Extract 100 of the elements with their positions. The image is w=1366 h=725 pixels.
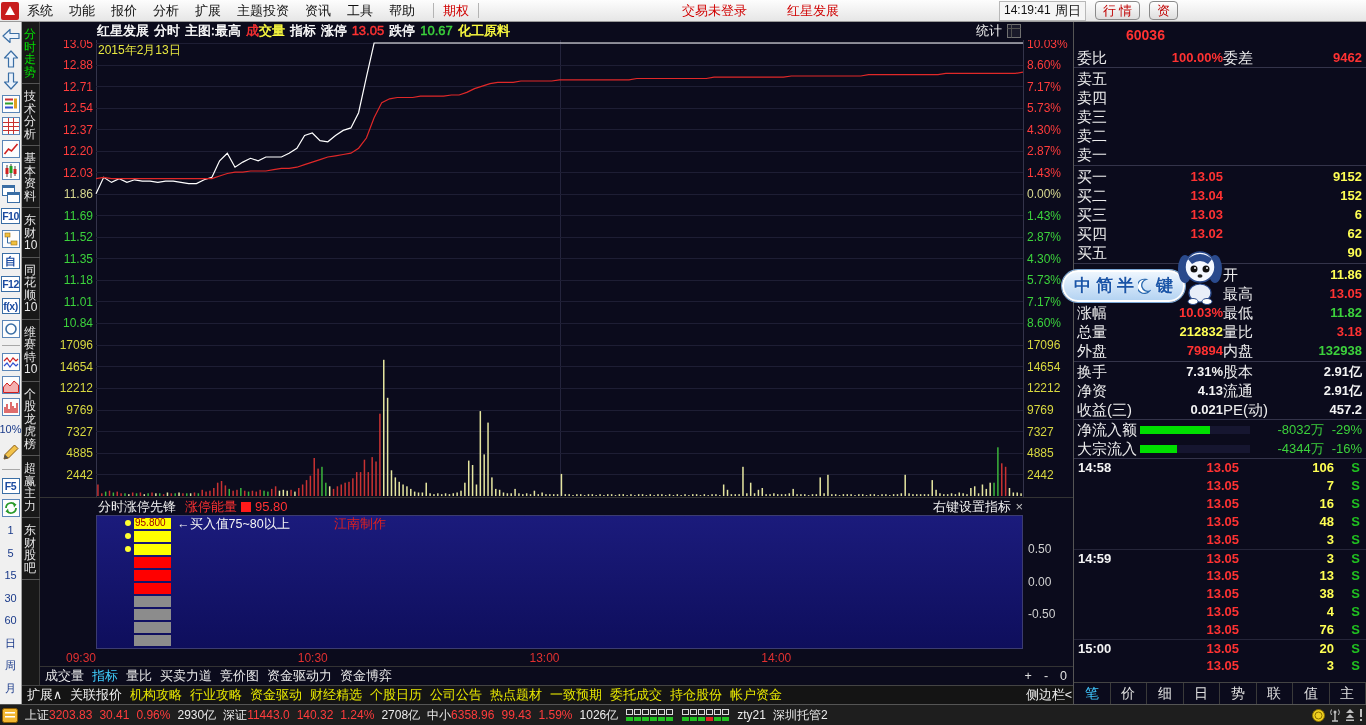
quote-label: 净资 — [1077, 381, 1107, 400]
percent-axis-label: 5.73% — [1027, 101, 1062, 116]
trade-volume: 3 — [1326, 550, 1334, 567]
trade-volume: 3 — [1326, 532, 1334, 548]
quote-value: 132938 — [1318, 342, 1362, 359]
quote-label: 总量 — [1077, 322, 1107, 341]
trade-volume: 76 — [1319, 622, 1334, 638]
volume-axis-label: 4885 — [1027, 446, 1054, 461]
quote-label: 委比 — [1077, 48, 1107, 67]
indicator-settings-hint: 右键设置指标 — [933, 499, 1012, 514]
author-credit: 江南制作 — [333, 518, 386, 531]
trade-side: S — [1351, 604, 1360, 620]
flow-label: 大宗流入 — [1077, 439, 1137, 458]
percent-axis-label: 4.30% — [1027, 251, 1062, 266]
index-change: 140.32 — [296, 707, 334, 723]
trade-volume: 16 — [1319, 496, 1334, 512]
bid-volume: 62 — [1347, 225, 1362, 242]
bid-price: 13.03 — [1190, 206, 1223, 223]
trade-price: 13.05 — [1206, 640, 1239, 657]
bid-volume: 90 — [1347, 244, 1362, 261]
indicator-axis-label: 0.00 — [1028, 574, 1052, 590]
percent-axis-label: 1.43% — [1027, 165, 1062, 180]
indicator-axis-label: 0.50 — [1028, 542, 1052, 557]
index-percent: 1.24% — [340, 707, 375, 723]
quote-value: 11.86 — [1330, 266, 1362, 283]
index-name: 中小 — [427, 707, 452, 723]
index-turnover: 2708亿 — [381, 707, 421, 723]
price-axis-label: 13.05 — [62, 40, 93, 51]
index-percent: 0.96% — [136, 707, 171, 723]
trade-price: 13.05 — [1206, 514, 1239, 530]
index-turnover: 1026亿 — [579, 707, 619, 723]
trade-volume: 13 — [1319, 568, 1334, 584]
bid-price: 13.04 — [1190, 187, 1223, 204]
percent-axis-label: 2.87% — [1027, 144, 1062, 159]
trade-side: S — [1351, 496, 1360, 512]
trade-side: S — [1351, 550, 1360, 567]
header-label: 跌停 — [389, 24, 416, 38]
login-status: 交易未登录 — [682, 2, 747, 19]
quote-value: 457.2 — [1329, 401, 1362, 418]
trade-price: 13.05 — [1206, 568, 1239, 584]
volume-axis-label: 14654 — [59, 359, 93, 374]
trade-volume: 4 — [1326, 604, 1334, 620]
indicator-title: 分时涨停先锋 — [98, 499, 176, 514]
order-level-label: 买四 — [1077, 224, 1107, 243]
quote-label: 最高 — [1223, 284, 1253, 303]
trade-time: 14:58 — [1078, 460, 1112, 476]
trade-price: 13.05 — [1206, 604, 1239, 620]
volume-axis-label: 2442 — [1027, 467, 1054, 482]
trade-volume: 20 — [1319, 640, 1334, 657]
price-axis-label: 10.84 — [62, 316, 93, 331]
bid-volume: 152 — [1340, 187, 1362, 204]
stock-name: 红星发展 — [787, 2, 839, 19]
order-level-label: 卖四 — [1077, 88, 1107, 107]
quote-label: 委差 — [1223, 48, 1253, 67]
index-value: 3203.83 — [49, 707, 93, 723]
quote-value: 3.18 — [1336, 323, 1362, 340]
flow-amount: -4344万 — [1277, 440, 1324, 457]
price-axis-label: 12.37 — [62, 122, 93, 137]
percent-axis-label: 2.87% — [1027, 230, 1062, 245]
bid-volume: 9152 — [1333, 168, 1362, 185]
order-level-label: 买五 — [1077, 243, 1107, 262]
quote-value: 9462 — [1333, 49, 1362, 66]
bid-price: 13.02 — [1190, 225, 1223, 242]
index-value: 11443.0 — [247, 707, 290, 723]
header-label: 10.67 — [420, 24, 453, 38]
percent-axis-label: 5.73% — [1027, 273, 1062, 288]
broker-name: 深圳托管2 — [772, 707, 828, 723]
main-indicator-label: 成交量 — [245, 24, 285, 38]
quote-value: 7.31% — [1186, 363, 1223, 380]
index-percent: 1.59% — [538, 707, 573, 723]
volume-axis-label: 7327 — [1027, 424, 1054, 439]
header-label: 分时 — [154, 24, 180, 38]
price-axis-label: 11.35 — [63, 251, 93, 266]
trade-volume: 38 — [1319, 586, 1334, 602]
volume-axis-label: 7327 — [66, 424, 93, 439]
header-label: 化工原料 — [457, 24, 510, 38]
volume-axis-label: 4885 — [66, 446, 93, 461]
quote-value: 11.82 — [1330, 304, 1362, 321]
index-turnover: 2930亿 — [177, 707, 217, 723]
quote-label: 最低 — [1223, 303, 1253, 322]
stock-code: 60036 — [1126, 26, 1165, 44]
quote-value: 212832 — [1179, 323, 1223, 340]
bid-price: 13.05 — [1190, 168, 1223, 185]
volume-axis-label: 9769 — [1027, 403, 1054, 418]
volume-axis-label: 9769 — [66, 403, 93, 418]
time-axis-label: 09:30 — [65, 651, 96, 665]
order-level-label: 买三 — [1077, 205, 1107, 224]
quote-label: 流通 — [1223, 381, 1253, 400]
order-level-label: 卖五 — [1077, 69, 1107, 88]
trade-price: 13.05 — [1206, 550, 1239, 567]
indicator-note: ←买入值75~80以上 — [177, 518, 290, 531]
trade-time: 14:59 — [1078, 550, 1112, 567]
percent-axis-label: 8.60% — [1027, 58, 1062, 73]
price-axis-label: 12.54 — [62, 101, 93, 116]
weekday-label: 周日 — [1054, 2, 1081, 19]
price-axis-label: 12.88 — [62, 58, 93, 73]
trade-volume: 3 — [1326, 658, 1334, 674]
quote-value: 13.05 — [1329, 285, 1362, 302]
price-axis-label: 11.01 — [63, 294, 93, 309]
order-level-label: 买二 — [1077, 186, 1107, 205]
